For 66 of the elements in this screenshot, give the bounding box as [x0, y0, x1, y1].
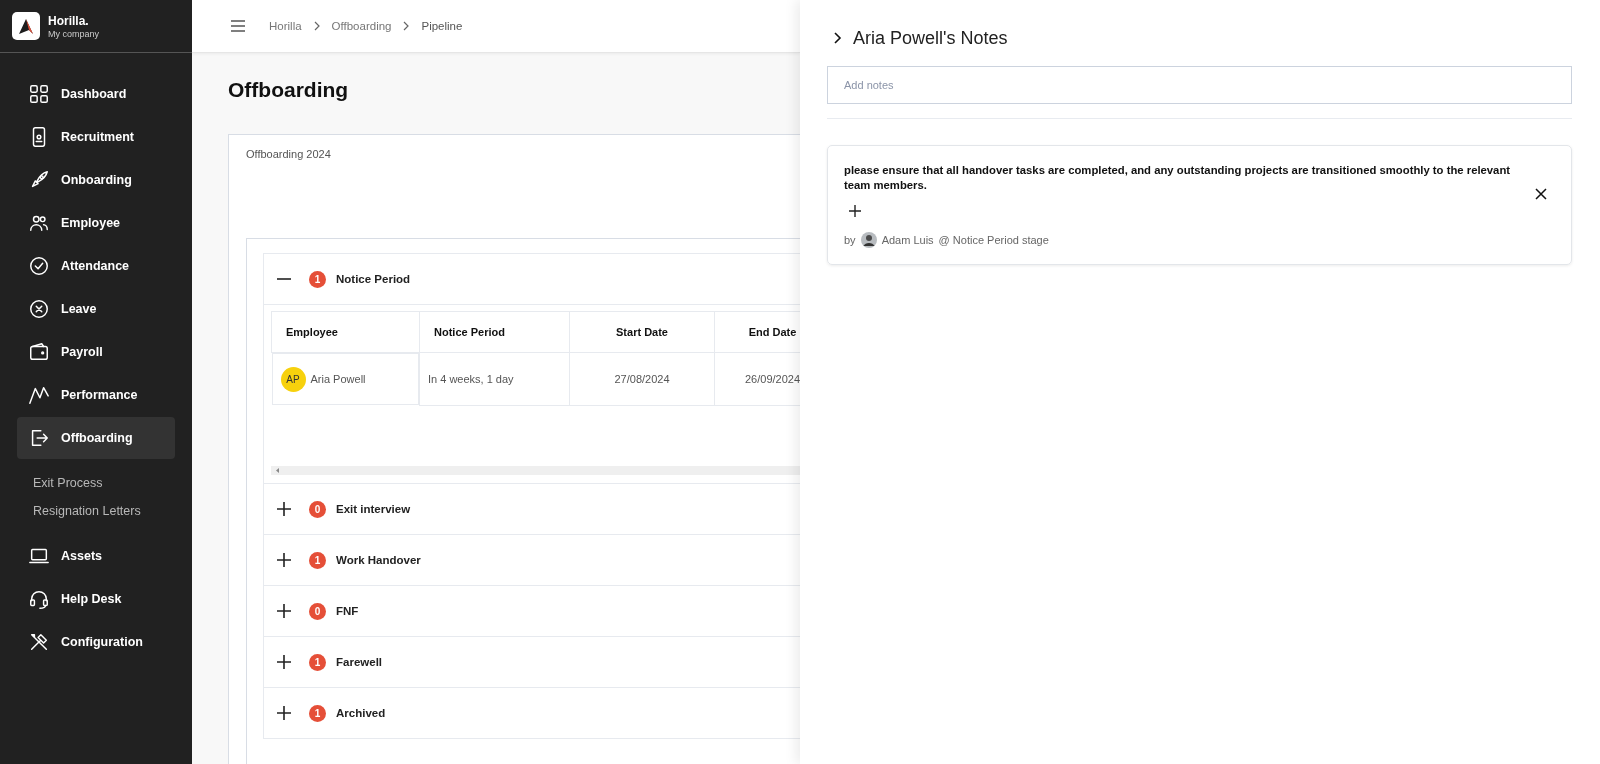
sidebar-item[interactable]: Payroll [17, 331, 175, 373]
stage-name: FNF [336, 605, 359, 617]
tools-icon [28, 631, 50, 653]
grid-icon [28, 83, 50, 105]
cancel-circle-icon [28, 298, 50, 320]
table-cell: 27/08/2024 [569, 352, 715, 405]
note-text: please ensure that all handover tasks are completed, and any outstanding projects are transitioned smoothly to the relevant team members. [844, 163, 1512, 193]
sidebar-item[interactable]: Dashboard [17, 73, 175, 115]
stage-name: Farewell [336, 656, 383, 668]
sidebar-item[interactable]: Help Desk [17, 578, 175, 620]
trend-icon [28, 384, 50, 406]
breadcrumb-link[interactable]: Horilla [269, 20, 302, 32]
sidebar-item[interactable]: Performance [17, 374, 175, 416]
sidebar-item[interactable]: Assets [17, 535, 175, 577]
sidebar-item[interactable]: Employee [17, 202, 175, 244]
logo-icon [12, 12, 40, 40]
avatar: AP [280, 366, 306, 392]
column-header: Notice Period [419, 311, 570, 353]
column-header: Employee [271, 311, 420, 353]
stage-name: Exit interview [336, 503, 411, 515]
count-badge: 1 [309, 551, 326, 569]
sidebar-item[interactable]: Attendance [17, 245, 175, 287]
count-badge: 1 [309, 653, 326, 671]
expand-icon[interactable] [276, 501, 292, 517]
expand-icon[interactable] [276, 654, 292, 670]
chevron-right-icon[interactable] [832, 31, 842, 45]
column-header: Start Date [569, 311, 715, 353]
panel-title: Aria Powell's Notes [853, 27, 1008, 49]
note-stage: @ Notice Period stage [938, 234, 1049, 246]
headset-icon [28, 588, 50, 610]
employee-name: Aria Powell [310, 373, 366, 385]
stage-name: Archived [336, 707, 386, 719]
count-badge: 1 [309, 270, 326, 288]
submenu-item[interactable]: Exit Process [33, 476, 103, 490]
plus-icon[interactable] [848, 204, 862, 218]
sidebar-item[interactable]: Leave [17, 288, 175, 330]
author-name: Adam Luis [881, 234, 934, 246]
expand-icon[interactable] [276, 705, 292, 721]
check-circle-icon [28, 255, 50, 277]
horizontal-scrollbar[interactable] [271, 466, 800, 475]
menu-icon [229, 17, 247, 35]
by-label: by [844, 234, 856, 246]
avatar-icon [860, 232, 877, 248]
count-badge: 0 [309, 602, 326, 620]
expand-icon[interactable] [276, 552, 292, 568]
wallet-icon [28, 341, 50, 363]
breadcrumb-link[interactable]: Pipeline [421, 20, 463, 32]
sidebar-item[interactable]: Offboarding [17, 417, 175, 459]
stage-name: Notice Period [336, 273, 411, 285]
count-badge: 0 [309, 500, 326, 518]
pipeline-title: Offboarding 2024 [246, 148, 332, 160]
sidebar-item[interactable]: Configuration [17, 621, 175, 663]
page-title: Offboarding [228, 78, 350, 102]
submenu-item[interactable]: Resignation Letters [33, 504, 141, 518]
stage-name: Work Handover [336, 554, 421, 566]
scroll-left-icon [275, 467, 280, 474]
table-cell: In 4 weeks, 1 day [419, 352, 570, 405]
sidebar-item[interactable]: Onboarding [17, 159, 175, 201]
expand-icon[interactable] [276, 603, 292, 619]
count-badge: 1 [309, 704, 326, 722]
notes-field[interactable]: Add notes [827, 66, 1572, 104]
breadcrumb-link[interactable]: Offboarding [331, 20, 392, 32]
company-name: My company [48, 28, 100, 39]
close-icon[interactable] [1535, 188, 1547, 200]
brand-name: Horilla. [48, 13, 90, 28]
sidebar-item[interactable]: Recruitment [17, 116, 175, 158]
